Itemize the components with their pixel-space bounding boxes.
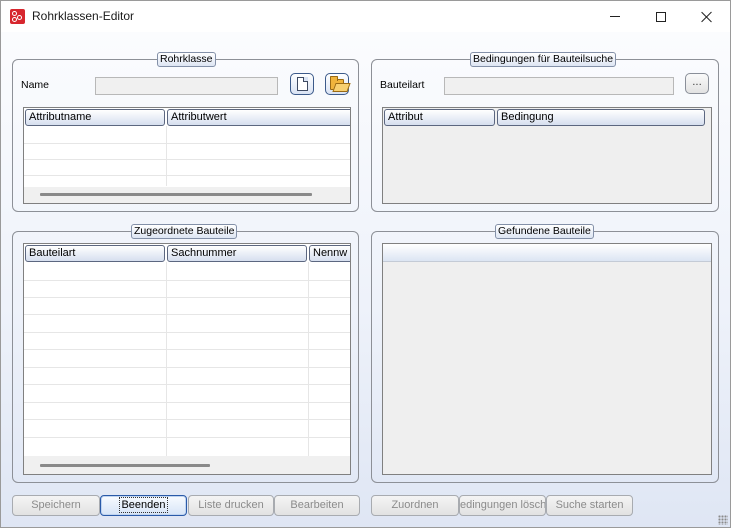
bedingungen-group: Bedingungen für Bauteilsuche Bauteilart … [371,52,719,212]
beenden-button[interactable]: Beenden [100,495,187,516]
rohrklasse-group-title: Rohrklasse [157,52,216,67]
assigned-parts-scroll-thumb[interactable] [40,464,210,467]
close-icon [701,11,713,23]
bearbeiten-button[interactable]: Bearbeiten [274,495,360,516]
name-field[interactable] [95,77,278,95]
suche-starten-button[interactable]: Suche starten [546,495,633,516]
window-title: Rohrklassen-Editor [32,9,135,23]
dialog-client-area: Rohrklasse Name Attributname Attributwer… [1,32,730,527]
bedingungen-group-title: Bedingungen für Bauteilsuche [470,52,617,67]
maximize-button[interactable] [638,1,684,32]
minimize-button[interactable] [592,1,638,32]
column-header-bauteilart[interactable]: Bauteilart [25,245,165,262]
gefundene-bauteile-group: Gefundene Bauteile [371,224,719,483]
bauteilart-field[interactable] [444,77,674,95]
bauteilart-browse-button[interactable]: ... [685,73,709,94]
assigned-parts-grid[interactable]: Bauteilart Sachnummer Nennw [23,243,351,475]
column-header-attribut[interactable]: Attribut [384,109,495,126]
column-header-nennweite[interactable]: Nennw [309,245,350,262]
zugeordnete-bauteile-group: Zugeordnete Bauteile Bauteilart Sachnumm… [12,224,359,483]
zuordnen-button[interactable]: Zuordnen [371,495,459,516]
column-header-bedingung[interactable]: Bedingung [497,109,705,126]
column-header-attributname[interactable]: Attributname [25,109,165,126]
open-rohrklasse-button[interactable] [325,73,349,95]
found-parts-header-row [383,244,711,262]
speichern-button[interactable]: Speichern [12,495,100,516]
liste-drucken-button[interactable]: Liste drucken [188,495,274,516]
beenden-label: Beenden [119,497,168,513]
name-label: Name [21,79,50,91]
title-bar[interactable]: Rohrklassen-Editor [1,1,730,32]
bedingungen-loeschen-button[interactable]: edingungen lösche [459,495,546,516]
zugeordnete-bauteile-group-title: Zugeordnete Bauteile [131,224,238,239]
rohrklasse-group: Rohrklasse Name Attributname Attributwer… [12,52,359,212]
gefundene-bauteile-group-title: Gefundene Bauteile [495,224,594,239]
bauteilart-label: Bauteilart [380,79,425,91]
found-parts-grid[interactable] [382,243,712,475]
resize-grip[interactable] [718,515,728,525]
open-folder-icon [330,75,344,90]
close-button[interactable] [684,1,730,32]
attribute-grid-scroll-thumb[interactable] [40,193,312,196]
new-rohrklasse-button[interactable] [290,73,314,95]
maximize-icon [656,11,666,22]
column-header-attributwert[interactable]: Attributwert [167,109,350,126]
attribute-grid[interactable]: Attributname Attributwert [23,107,351,204]
column-header-sachnummer[interactable]: Sachnummer [167,245,307,262]
main-window: Rohrklassen-Editor Rohrklasse Name Attri… [0,0,731,528]
app-icon [10,9,25,24]
minimize-icon [610,16,620,17]
conditions-grid[interactable]: Attribut Bedingung [382,107,712,204]
new-document-icon [296,77,308,91]
